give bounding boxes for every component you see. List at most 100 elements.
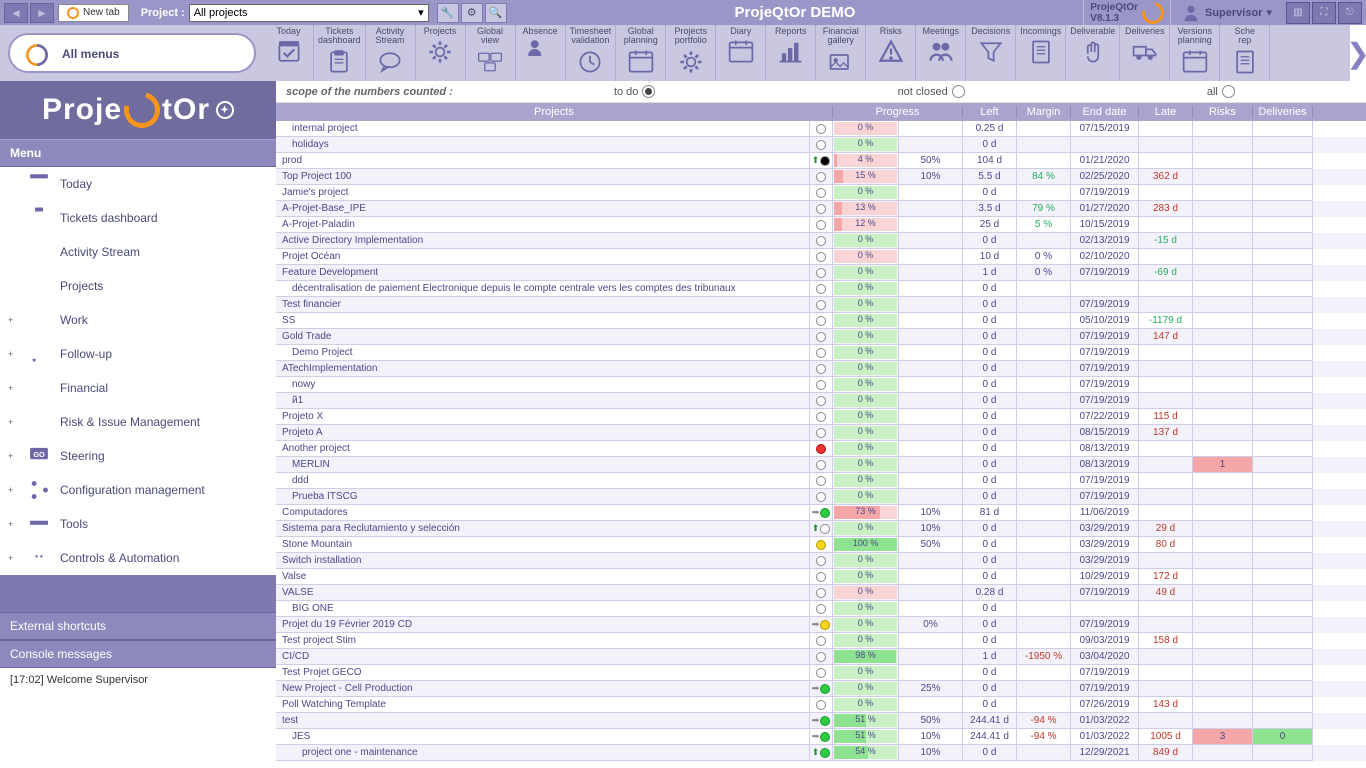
project-name[interactable]: New Project - Cell Production bbox=[276, 681, 810, 697]
project-row[interactable]: MERLIN0 %0 d08/13/20191 bbox=[276, 457, 1366, 473]
project-row[interactable]: VALSE0 %0.28 d07/19/201949 d bbox=[276, 585, 1366, 601]
expander-icon[interactable]: + bbox=[8, 349, 18, 359]
project-row[interactable]: Switch installation0 %0 d03/29/2019 bbox=[276, 553, 1366, 569]
tool-deliverable[interactable]: Deliverable bbox=[1066, 25, 1120, 81]
menu-controls-automation[interactable]: +Controls & Automation bbox=[0, 541, 276, 575]
col-deliveries[interactable]: Deliveries bbox=[1253, 106, 1313, 118]
project-name[interactable]: ddd bbox=[276, 473, 810, 489]
project-row[interactable]: A-Projet-Paladin12 %25 d5 %10/15/2019 bbox=[276, 217, 1366, 233]
project-row[interactable]: test➡51 %50%244.41 d-94 %01/03/2022 bbox=[276, 713, 1366, 729]
project-name[interactable]: JES bbox=[276, 729, 810, 745]
project-name[interactable]: internal project bbox=[276, 121, 810, 137]
menu-configuration-management[interactable]: +Configuration management bbox=[0, 473, 276, 507]
expander-icon[interactable]: + bbox=[8, 417, 18, 427]
project-row[interactable]: nowy0 %0 d07/19/2019 bbox=[276, 377, 1366, 393]
tool-versions[interactable]: Versionsplanning bbox=[1170, 25, 1220, 81]
project-name[interactable]: CI/CD bbox=[276, 649, 810, 665]
project-name[interactable]: Test project Stim bbox=[276, 633, 810, 649]
col-projects[interactable]: Projects bbox=[276, 106, 833, 118]
user-menu[interactable]: Supervisor ▾ bbox=[1175, 1, 1278, 25]
project-name[interactable]: Poll Watching Template bbox=[276, 697, 810, 713]
wrench-icon[interactable]: 🔧 bbox=[437, 3, 459, 23]
project-row[interactable]: New Project - Cell Production➡0 %25%0 d0… bbox=[276, 681, 1366, 697]
project-name[interactable]: BIG ONE bbox=[276, 601, 810, 617]
fullscreen-icon[interactable]: ⛶ bbox=[1312, 2, 1336, 24]
project-name[interactable]: Sistema para Reclutamiento y selección bbox=[276, 521, 810, 537]
new-tab-button[interactable]: New tab bbox=[58, 4, 129, 22]
tool-sched[interactable]: Scherep bbox=[1220, 25, 1270, 81]
expander-icon[interactable]: + bbox=[8, 519, 18, 529]
project-row[interactable]: SS0 %0 d05/10/2019-1179 d bbox=[276, 313, 1366, 329]
menu-financial[interactable]: +Financial bbox=[0, 371, 276, 405]
col-left[interactable]: Left bbox=[963, 106, 1017, 118]
tool-absence[interactable]: Absence bbox=[516, 25, 566, 81]
project-name[interactable]: prod bbox=[276, 153, 810, 169]
project-name[interactable]: project one - maintenance bbox=[276, 745, 810, 761]
project-row[interactable]: JES➡51 %10%244.41 d-94 %01/03/20221005 d… bbox=[276, 729, 1366, 745]
project-row[interactable]: Feature Development0 %1 d0 %07/19/2019-6… bbox=[276, 265, 1366, 281]
project-name[interactable]: ATechImplementation bbox=[276, 361, 810, 377]
toolstrip-scroll-right[interactable]: ❯ bbox=[1350, 25, 1366, 81]
project-name[interactable]: SS bbox=[276, 313, 810, 329]
project-row[interactable]: Projet du 19 Février 2019 CD➡0 %0%0 d07/… bbox=[276, 617, 1366, 633]
project-name[interactable]: Active Directory Implementation bbox=[276, 233, 810, 249]
expander-icon[interactable]: + bbox=[8, 485, 18, 495]
project-name[interactable]: Test financier bbox=[276, 297, 810, 313]
expander-icon[interactable]: + bbox=[8, 553, 18, 563]
project-name[interactable]: Computadores bbox=[276, 505, 810, 521]
project-row[interactable]: Sistema para Reclutamiento y selección⬆0… bbox=[276, 521, 1366, 537]
project-row[interactable]: project one - maintenance⬆54 %10%0 d12/2… bbox=[276, 745, 1366, 761]
project-name[interactable]: Jamie's project bbox=[276, 185, 810, 201]
console-header[interactable]: Console messages bbox=[0, 640, 276, 668]
project-row[interactable]: Gold Trade0 %0 d07/19/2019147 d bbox=[276, 329, 1366, 345]
project-name[interactable]: A-Projet-Base_IPE bbox=[276, 201, 810, 217]
project-name[interactable]: Test Projet GECO bbox=[276, 665, 810, 681]
project-select[interactable]: All projects ▾ bbox=[189, 4, 429, 22]
project-row[interactable]: prod⬆4 %50%104 d01/21/2020 bbox=[276, 153, 1366, 169]
tool-tickets[interactable]: Ticketsdashboard bbox=[314, 25, 366, 81]
tool-fingallery[interactable]: Financialgallery bbox=[816, 25, 866, 81]
project-name[interactable]: Projet Océan bbox=[276, 249, 810, 265]
project-row[interactable]: Valse0 %0 d10/29/2019172 d bbox=[276, 569, 1366, 585]
project-row[interactable]: Active Directory Implementation0 %0 d02/… bbox=[276, 233, 1366, 249]
project-row[interactable]: Demo Project0 %0 d07/19/2019 bbox=[276, 345, 1366, 361]
project-row[interactable]: Poll Watching Template0 %0 d07/26/201914… bbox=[276, 697, 1366, 713]
project-name[interactable]: Valse bbox=[276, 569, 810, 585]
tool-diary[interactable]: Diary bbox=[716, 25, 766, 81]
project-name[interactable]: й1 bbox=[276, 393, 810, 409]
search-icon[interactable]: 🔍 bbox=[485, 3, 507, 23]
project-row[interactable]: BIG ONE0 %0 d bbox=[276, 601, 1366, 617]
project-row[interactable]: internal project0 %0.25 d07/15/2019 bbox=[276, 121, 1366, 137]
tool-portfolio[interactable]: Projectsportfolio bbox=[666, 25, 716, 81]
menu-activity-stream[interactable]: Activity Stream bbox=[0, 235, 276, 269]
project-row[interactable]: Stone Mountain100 %50%0 d03/29/201980 d bbox=[276, 537, 1366, 553]
tool-incomings[interactable]: Incomings bbox=[1016, 25, 1066, 81]
project-row[interactable]: ddd0 %0 d07/19/2019 bbox=[276, 473, 1366, 489]
nav-forward[interactable]: ► bbox=[30, 3, 54, 23]
tool-deliveries[interactable]: Deliveries bbox=[1120, 25, 1170, 81]
menu-work[interactable]: +Work bbox=[0, 303, 276, 337]
col-progress[interactable]: Progress bbox=[833, 106, 963, 118]
gear-icon[interactable]: ⚙ bbox=[461, 3, 483, 23]
project-row[interactable]: holidays0 %0 d bbox=[276, 137, 1366, 153]
project-name[interactable]: MERLIN bbox=[276, 457, 810, 473]
project-row[interactable]: Test financier0 %0 d07/19/2019 bbox=[276, 297, 1366, 313]
project-name[interactable]: Projeto A bbox=[276, 425, 810, 441]
shortcuts-header[interactable]: External shortcuts bbox=[0, 612, 276, 640]
col-margin[interactable]: Margin bbox=[1017, 106, 1071, 118]
project-row[interactable]: Test Projet GECO0 %0 d07/19/2019 bbox=[276, 665, 1366, 681]
project-row[interactable]: A-Projet-Base_IPE13 %3.5 d79 %01/27/2020… bbox=[276, 201, 1366, 217]
menu-tools[interactable]: +Tools bbox=[0, 507, 276, 541]
col-risks[interactable]: Risks bbox=[1193, 106, 1253, 118]
tool-risks[interactable]: Risks bbox=[866, 25, 916, 81]
tool-decisions[interactable]: Decisions bbox=[966, 25, 1016, 81]
project-name[interactable]: nowy bbox=[276, 377, 810, 393]
project-name[interactable]: Switch installation bbox=[276, 553, 810, 569]
menu-risk-issue-management[interactable]: +Risk & Issue Management bbox=[0, 405, 276, 439]
project-name[interactable]: décentralisation de paiement Electroniqu… bbox=[276, 281, 810, 297]
col-late[interactable]: Late bbox=[1139, 106, 1193, 118]
project-name[interactable]: Top Project 100 bbox=[276, 169, 810, 185]
project-row[interactable]: ATechImplementation0 %0 d07/19/2019 bbox=[276, 361, 1366, 377]
tool-globalplan[interactable]: Globalplanning bbox=[616, 25, 666, 81]
expander-icon[interactable]: + bbox=[8, 315, 18, 325]
